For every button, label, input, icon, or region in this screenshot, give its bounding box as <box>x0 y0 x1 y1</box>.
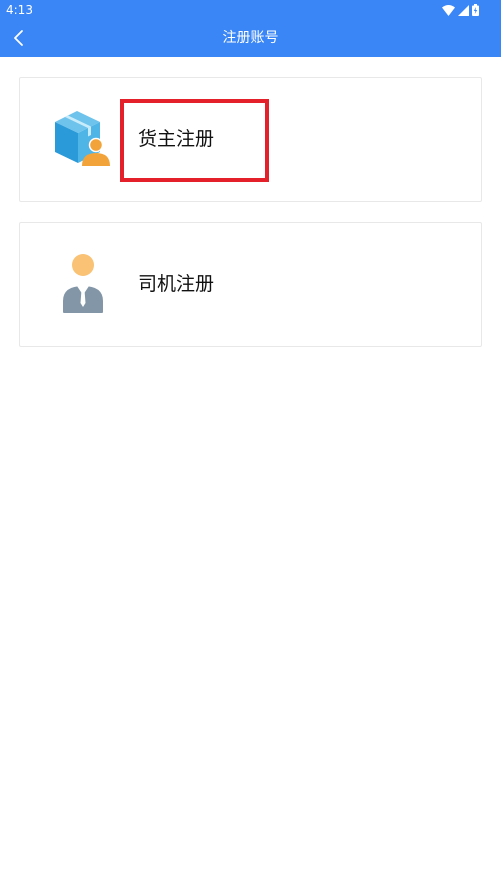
driver-register-card[interactable]: 司机注册 <box>19 222 482 347</box>
page-title: 注册账号 <box>222 30 279 46</box>
driver-icon <box>52 253 114 315</box>
driver-register-label: 司机注册 <box>138 273 215 295</box>
signal-icon <box>458 4 469 16</box>
app-bar: 4:13 注册账号 <box>0 0 501 57</box>
status-icons <box>442 4 479 16</box>
battery-icon <box>472 4 479 16</box>
cargo-owner-register-card[interactable]: 货主注册 <box>19 77 482 202</box>
cargo-owner-register-label: 货主注册 <box>138 128 215 150</box>
back-button[interactable] <box>4 24 32 52</box>
status-bar: 4:13 <box>0 0 501 20</box>
toolbar: 注册账号 <box>0 20 501 57</box>
cargo-owner-icon <box>52 108 114 170</box>
wifi-icon <box>442 4 455 16</box>
chevron-left-icon <box>14 30 23 46</box>
status-time: 4:13 <box>6 3 33 17</box>
